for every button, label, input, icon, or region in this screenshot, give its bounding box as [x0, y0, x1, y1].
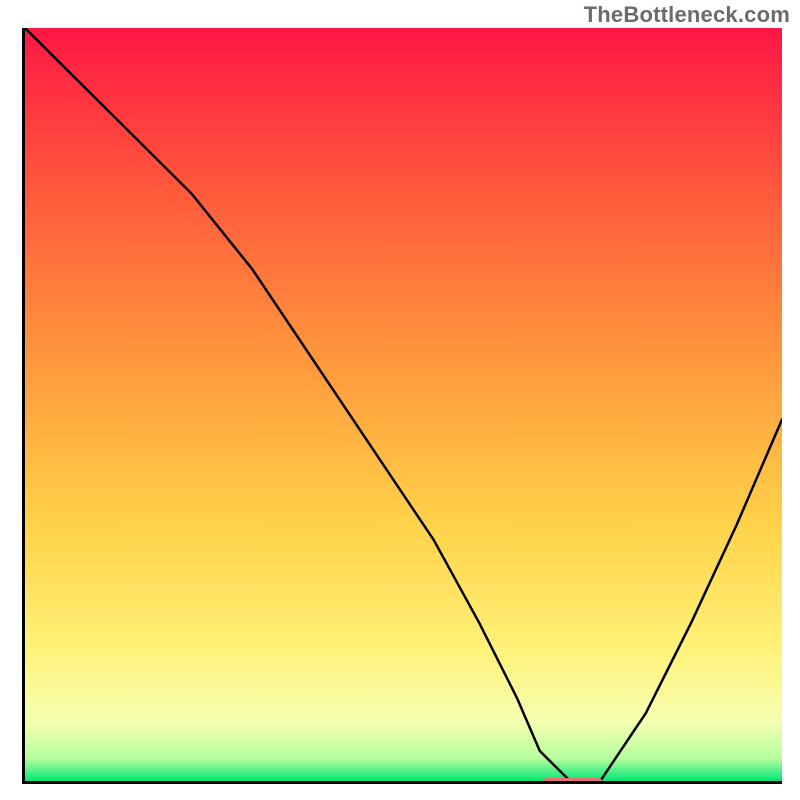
chart-gradient-background [25, 28, 782, 781]
optimum-marker [542, 778, 603, 784]
chart-plot-area [22, 28, 782, 784]
watermark-text: TheBottleneck.com [584, 2, 790, 28]
